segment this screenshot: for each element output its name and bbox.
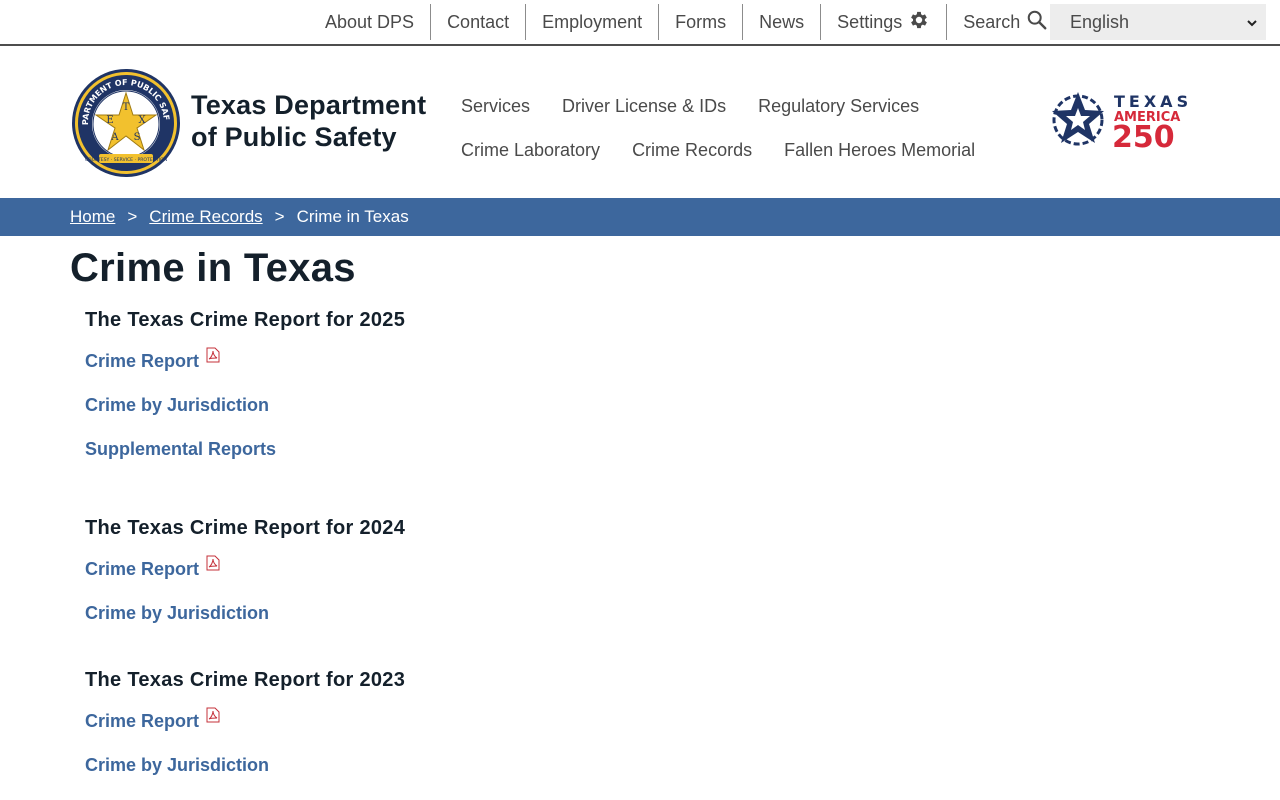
nav-regulatory-services[interactable]: Regulatory Services	[758, 96, 919, 117]
seal-letter: X	[138, 115, 146, 126]
utility-link-employment[interactable]: Employment	[526, 4, 660, 40]
crime-by-jurisdiction-link[interactable]: Crime by Jurisdiction	[85, 591, 405, 635]
pdf-icon	[205, 707, 221, 728]
search-button[interactable]: Search	[947, 4, 1064, 40]
agency-name-line2: of Public Safety	[191, 122, 397, 152]
nav-fallen-heroes[interactable]: Fallen Heroes Memorial	[784, 140, 975, 161]
breadcrumb-separator: >	[274, 207, 285, 226]
pdf-icon	[205, 347, 221, 368]
link-label: Crime Report	[85, 558, 200, 579]
link-label: Crime by Jurisdiction	[85, 754, 270, 775]
main-nav: Services Driver License & IDs Regulatory…	[461, 84, 1021, 172]
main-nav-row: Services Driver License & IDs Regulatory…	[461, 84, 1021, 128]
crime-by-jurisdiction-link[interactable]: Crime by Jurisdiction	[85, 743, 405, 787]
nav-driver-license[interactable]: Driver License & IDs	[562, 96, 726, 117]
pdf-icon	[205, 555, 221, 576]
language-select[interactable]: English	[1050, 4, 1266, 40]
gear-icon	[908, 9, 930, 36]
main-nav-row: Crime Laboratory Crime Records Fallen He…	[461, 128, 1021, 172]
link-label: Supplemental Reports	[85, 438, 277, 459]
nav-services[interactable]: Services	[461, 96, 530, 117]
crime-report-link[interactable]: Crime Report	[85, 699, 405, 743]
link-label: Crime by Jurisdiction	[85, 394, 270, 415]
utility-link-about[interactable]: About DPS	[309, 4, 432, 40]
page-title: Crime in Texas	[70, 246, 356, 290]
texas-america-250-logo[interactable]: TEXAS AMERICA 250	[1048, 90, 1208, 155]
utility-link-label: News	[759, 11, 805, 32]
utility-nav: About DPS Contact Employment Forms News …	[309, 4, 1064, 40]
section-heading: The Texas Crime Report for 2024	[85, 517, 406, 539]
seal-letter: S	[134, 132, 141, 143]
report-section-2024: The Texas Crime Report for 2024 Crime Re…	[85, 517, 405, 635]
agency-name[interactable]: Texas Department of Public Safety	[191, 89, 441, 153]
report-section-2023: The Texas Crime Report for 2023 Crime Re…	[85, 669, 405, 787]
breadcrumb-separator: >	[127, 207, 138, 226]
breadcrumb: Home > Crime Records > Crime in Texas	[0, 198, 1280, 236]
search-label: Search	[963, 11, 1021, 32]
breadcrumb-crime-records[interactable]: Crime Records	[149, 207, 262, 227]
dps-seal-logo[interactable]: DEPARTMENT OF PUBLIC SAFETY T E X A S CO…	[67, 61, 181, 178]
utility-link-label: Forms	[675, 11, 727, 32]
seal-motto: COURTESY · SERVICE · PROTECTION	[85, 157, 167, 163]
nav-crime-records[interactable]: Crime Records	[632, 140, 752, 161]
america250-line3: 250	[1112, 120, 1175, 150]
crime-report-link[interactable]: Crime Report	[85, 547, 405, 591]
agency-name-line1: Texas Department	[191, 90, 427, 120]
report-section-2025: The Texas Crime Report for 2025 Crime Re…	[85, 309, 405, 471]
section-heading: The Texas Crime Report for 2023	[85, 669, 406, 691]
seal-letter: T	[123, 102, 130, 113]
utility-link-contact[interactable]: Contact	[431, 4, 527, 40]
chevron-down-icon	[1246, 12, 1258, 33]
section-heading: The Texas Crime Report for 2025	[85, 309, 406, 331]
search-icon	[1026, 9, 1048, 36]
america250-line1: TEXAS	[1114, 92, 1192, 111]
seal-letter: E	[106, 115, 113, 126]
supplemental-reports-link[interactable]: Supplemental Reports	[85, 427, 405, 471]
breadcrumb-home[interactable]: Home	[70, 207, 115, 227]
crime-by-jurisdiction-link[interactable]: Crime by Jurisdiction	[85, 383, 405, 427]
utility-link-label: About DPS	[325, 11, 415, 32]
utility-link-label: Employment	[542, 11, 643, 32]
breadcrumb-current: Crime in Texas	[296, 207, 409, 226]
crime-report-link[interactable]: Crime Report	[85, 339, 405, 383]
settings-button[interactable]: Settings	[821, 4, 948, 40]
utility-link-label: Contact	[447, 11, 510, 32]
nav-crime-laboratory[interactable]: Crime Laboratory	[461, 140, 600, 161]
language-value: English	[1070, 11, 1130, 32]
seal-letter: A	[110, 132, 119, 143]
link-label: Crime Report	[85, 710, 200, 731]
link-label: Crime by Jurisdiction	[85, 602, 270, 623]
utility-bar: About DPS Contact Employment Forms News …	[0, 0, 1280, 46]
link-label: Crime Report	[85, 350, 200, 371]
utility-link-news[interactable]: News	[743, 4, 822, 40]
settings-label: Settings	[837, 11, 903, 32]
site-header: DEPARTMENT OF PUBLIC SAFETY T E X A S CO…	[0, 46, 1280, 198]
utility-link-forms[interactable]: Forms	[659, 4, 744, 40]
